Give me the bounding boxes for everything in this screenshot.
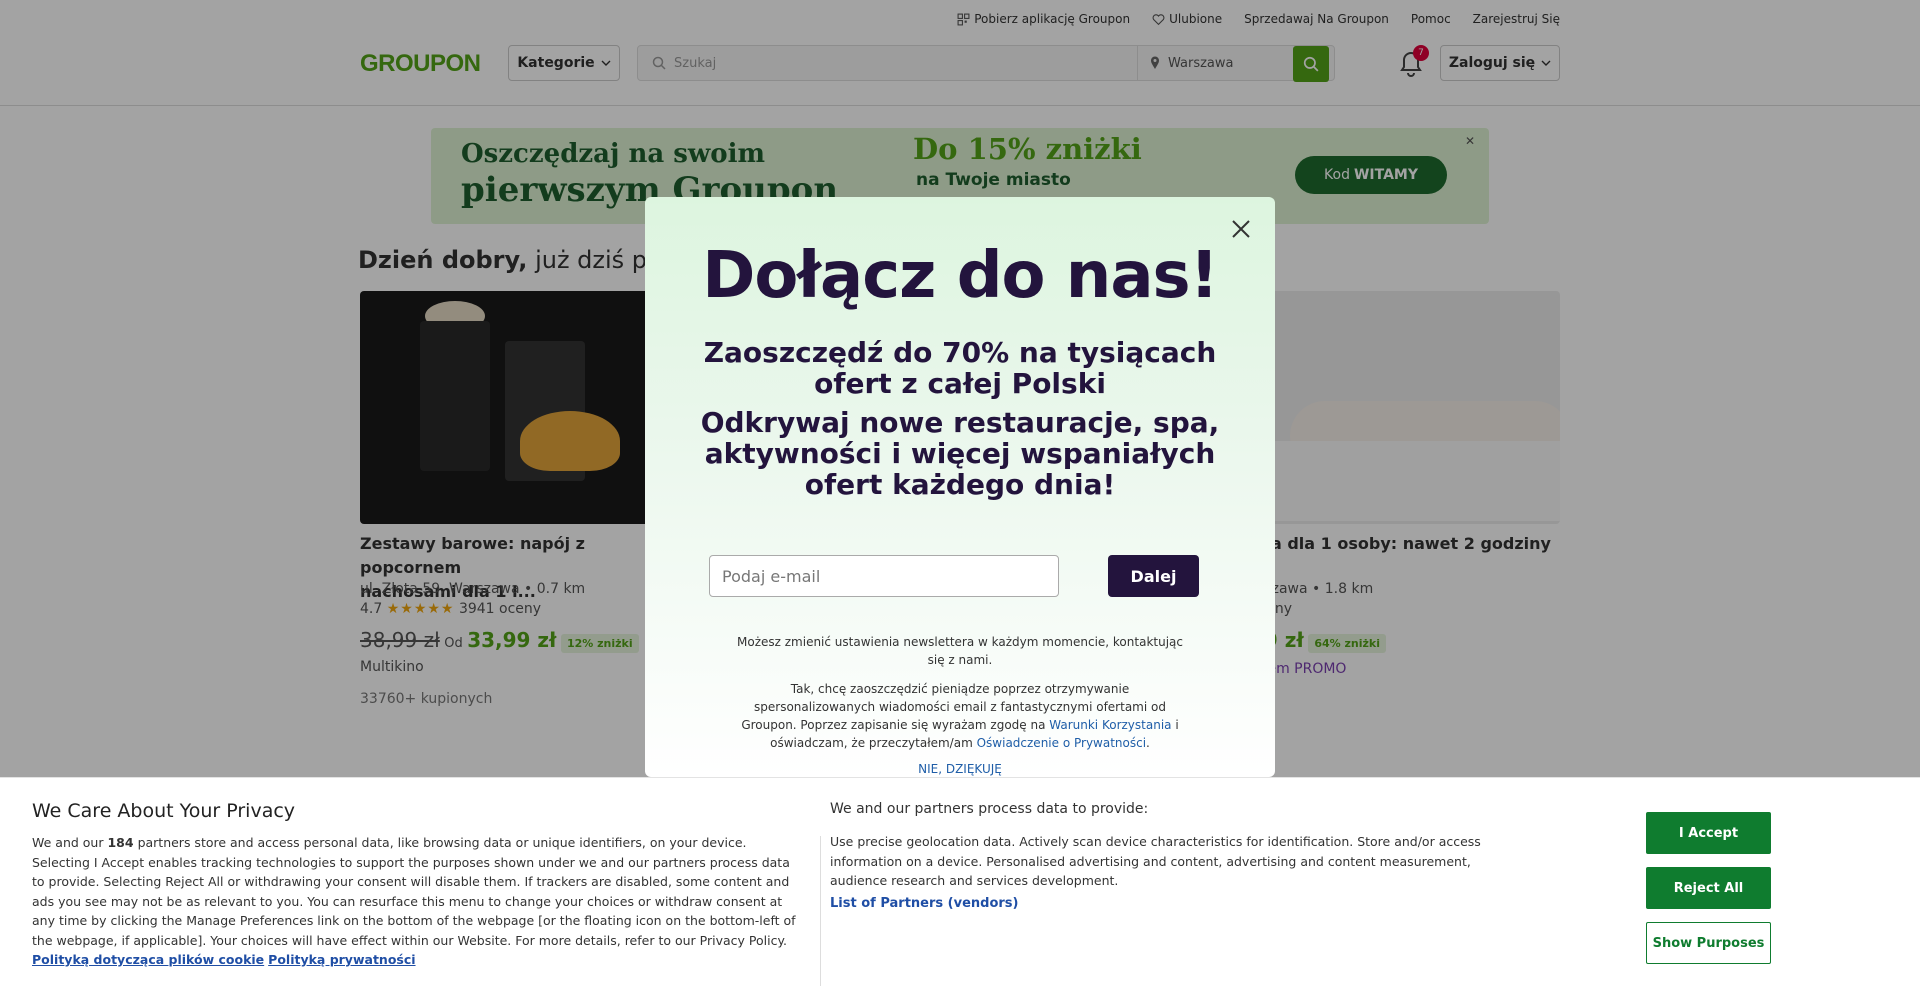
modal-title: Dołącz do nas!	[702, 239, 1219, 313]
purposes-description: Use precise geolocation data. Actively s…	[830, 834, 1481, 888]
accept-button[interactable]: I Accept	[1646, 812, 1771, 854]
consent-note: Tak, chcę zaoszczędzić pieniądze poprzez…	[741, 682, 1179, 750]
partners-list-link[interactable]: List of Partners (vendors)	[830, 896, 1018, 911]
cookie-title: We Care About Your Privacy	[32, 800, 296, 822]
terms-link[interactable]: Warunki Korzystania	[1049, 718, 1171, 732]
cookie-policy-link[interactable]: Polityką dotycząca plików cookie	[32, 952, 264, 967]
privacy-statement-link[interactable]: Oświadczenie o Prywatności	[977, 736, 1146, 750]
privacy-policy-link[interactable]: Polityką prywatności	[268, 952, 415, 967]
modal-subtitle: Zaoszczędź do 70% na tysiącach ofert z c…	[703, 336, 1217, 400]
decline-link[interactable]: NIE, DZIĘKUJĘ	[645, 762, 1275, 776]
cookie-description: We and our 184 partners store and access…	[32, 835, 796, 967]
show-purposes-button[interactable]: Show Purposes	[1646, 922, 1771, 964]
purposes-title: We and our partners process data to prov…	[830, 801, 1149, 817]
submit-button[interactable]: Dalej	[1108, 555, 1199, 597]
signup-modal: Dołącz do nas! Zaoszczędź do 70% na tysi…	[645, 197, 1275, 777]
email-field[interactable]: Podaj e-mail	[709, 555, 1059, 597]
cookie-banner: We Care About Your Privacy We and our 18…	[0, 777, 1920, 993]
divider	[820, 836, 821, 986]
newsletter-note: Możesz zmienić ustawienia newslettera w …	[737, 635, 1183, 667]
reject-all-button[interactable]: Reject All	[1646, 867, 1771, 909]
modal-subtitle: Odkrywaj nowe restauracje, spa, aktywnoś…	[700, 406, 1220, 501]
